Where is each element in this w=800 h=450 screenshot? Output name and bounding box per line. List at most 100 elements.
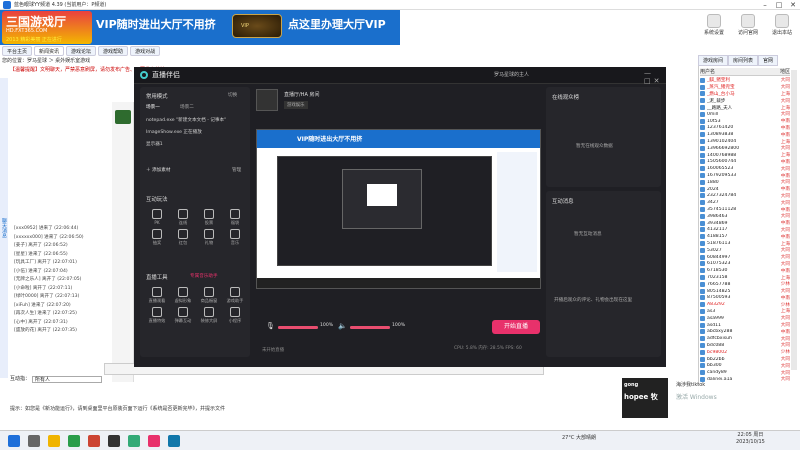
room-name[interactable]: 直播厅/HA 房间 [284, 91, 319, 98]
tab-room-list[interactable]: 房间列表 [728, 55, 759, 66]
room-thumbnail[interactable] [256, 89, 278, 111]
taskbar-app-icon[interactable] [128, 435, 140, 447]
clock[interactable]: 22:05 周日 2023/10/15 [736, 432, 765, 446]
tool-redpack[interactable]: 红包 [172, 229, 194, 246]
taskbar-app-icon[interactable] [108, 435, 120, 447]
user-row[interactable]: 3574511128 中南 [700, 206, 790, 213]
live-tool[interactable]: 虚拟形象 [172, 287, 194, 304]
left-side-label[interactable]: 聊天消息 [0, 218, 8, 238]
user-row[interactable]: 1400768988 上海 [700, 152, 790, 159]
user-row[interactable]: abcbxy288 中南 [700, 328, 790, 335]
tab-help[interactable]: 游戏帮助 [98, 46, 129, 56]
tab-official[interactable]: 官网 [758, 55, 779, 66]
preview-canvas[interactable]: VIP随时进出大厅不用挤 [256, 129, 541, 289]
tab-news[interactable]: 新闻资讯 [34, 46, 65, 56]
live-tool[interactable]: 商品橱窗 [198, 287, 220, 304]
user-row[interactable]: dalinei.a1a 大同 [700, 376, 790, 382]
user-row[interactable]: __路路_夫人 上海 [700, 104, 790, 111]
minimize-icon[interactable]: – [758, 0, 772, 10]
user-row[interactable]: asa999 大同 [700, 315, 790, 322]
user-row[interactable]: 60844997 大同 [700, 254, 790, 261]
user-row[interactable]: A83292 少林 [700, 301, 790, 308]
column-region[interactable]: 地区 [780, 68, 790, 75]
scene-tab-1[interactable]: 场景一 [146, 104, 160, 110]
add-source-button[interactable]: ＋ 添加素材 [146, 167, 170, 173]
weather-widget[interactable]: 27°C 大部晴朗 [562, 434, 596, 441]
user-row[interactable]: 61075323 大同 [700, 261, 790, 268]
user-row[interactable]: 2327324784 大同 [700, 193, 790, 200]
tool-vote[interactable]: 投票 [198, 209, 220, 226]
live-tools-tip[interactable]: 专属音乐助手 [190, 273, 218, 279]
live-tool[interactable]: 直播特效 [146, 307, 168, 324]
speaker-icon[interactable]: 🔈 [338, 322, 347, 330]
user-row[interactable]: bdc088 大同 [700, 342, 790, 349]
user-row[interactable]: bb300 大同 [700, 362, 790, 369]
tab-forum[interactable]: 游戏论坛 [66, 46, 97, 56]
start-icon[interactable] [8, 435, 20, 447]
user-row[interactable]: 10t53 中南 [700, 118, 790, 125]
user-row[interactable]: bb22bb 大同 [700, 356, 790, 363]
user-row[interactable]: 160065523 大同 [700, 165, 790, 172]
user-row[interactable]: bc98002 少林 [700, 349, 790, 356]
tool-lottery[interactable]: 抽奖 [146, 229, 168, 246]
taskbar-app-icon[interactable] [168, 435, 180, 447]
taskbar-app-icon[interactable] [28, 435, 40, 447]
close-icon[interactable]: ✕ [786, 0, 800, 10]
user-row[interactable]: _蒸汽_猪兜宝 大同 [700, 84, 790, 91]
live-companion-window-controls[interactable]: —□✕ [644, 69, 666, 85]
vip-badge[interactable]: VIP [232, 14, 282, 38]
user-row[interactable]: 51876113 上海 [700, 240, 790, 247]
taskbar-app-icon[interactable] [68, 435, 80, 447]
live-tool[interactable]: 直播观看 [146, 287, 168, 304]
maximize-icon[interactable]: □ [772, 0, 786, 10]
live-companion-user[interactable]: 罗马星球的主人 [494, 71, 529, 78]
website-button[interactable]: 访问官网 [734, 14, 762, 36]
game-icon[interactable] [115, 110, 131, 124]
tool-bag[interactable]: 福袋 [224, 209, 246, 226]
live-tool[interactable]: 装修大屏 [198, 307, 220, 324]
mic-slider[interactable] [278, 324, 318, 331]
taskbar-app-icon[interactable] [88, 435, 100, 447]
source-item[interactable]: 显示器1 [142, 139, 248, 151]
user-row[interactable]: 13966692800 大同 [700, 145, 790, 152]
room-tag[interactable]: 游戏娱乐 [284, 101, 308, 109]
user-row[interactable]: 130893838 中南 [700, 131, 790, 138]
user-row[interactable]: 4188157 中南 [700, 233, 790, 240]
tab-home[interactable]: 平台主页 [2, 46, 33, 56]
tool-music[interactable]: 音乐 [224, 229, 246, 246]
settings-button[interactable]: 系统设置 [700, 14, 728, 36]
tab-game-room[interactable]: 游戏房间 [698, 55, 729, 66]
tab-battle[interactable]: 游戏对战 [130, 46, 161, 56]
user-row[interactable]: 3986463 大同 [700, 213, 790, 220]
tool-link[interactable]: 连线 [172, 209, 194, 226]
user-row[interactable]: 123761420 中南 [700, 125, 790, 132]
live-tool[interactable]: 弹幕互动 [172, 307, 194, 324]
column-username[interactable]: 用户名 [700, 68, 715, 75]
user-row[interactable]: 7023158 上海 [700, 274, 790, 281]
user-row[interactable]: 53027 大同 [700, 247, 790, 254]
source-item[interactable]: ImageShow.exe 正在播放 [142, 127, 248, 139]
live-tool[interactable]: 小程序 [224, 307, 246, 324]
source-item[interactable]: notepad.exe "新建文本文档 - 记事本" [142, 115, 248, 127]
user-list-scrollbar[interactable] [791, 70, 797, 370]
user-row[interactable]: 87500593 中南 [700, 295, 790, 302]
user-row[interactable]: 1880 大同 [700, 179, 790, 186]
live-tool[interactable]: 游戏助手 [224, 287, 246, 304]
user-row[interactable]: candy89 大同 [700, 369, 790, 376]
banner-text-right[interactable]: 点这里办理大厅VIP [288, 16, 386, 32]
chat-target-select[interactable]: 所有人 [32, 376, 102, 383]
user-row[interactable]: 1679209533 中南 [700, 172, 790, 179]
user-row[interactable]: 80514825 大同 [700, 288, 790, 295]
user-row[interactable]: 0mill 大同 [700, 111, 790, 118]
user-row[interactable]: 2024 中南 [700, 186, 790, 193]
mic-icon[interactable]: 🎙 [266, 322, 275, 330]
user-row[interactable]: 6718530 中南 [700, 267, 790, 274]
user-row[interactable]: _泥_裁步 大同 [700, 97, 790, 104]
user-row[interactable]: 1390102404 上海 [700, 138, 790, 145]
taskbar-app-icon[interactable] [48, 435, 60, 447]
user-row[interactable]: 4132117 大同 [700, 227, 790, 234]
go-live-button[interactable]: 开始直播 [492, 320, 540, 334]
scene-switch-button[interactable]: 切换 [228, 92, 237, 98]
user-row[interactable]: _麒_猪宝利 大同 [700, 77, 790, 84]
taskbar-app-icon[interactable] [148, 435, 160, 447]
